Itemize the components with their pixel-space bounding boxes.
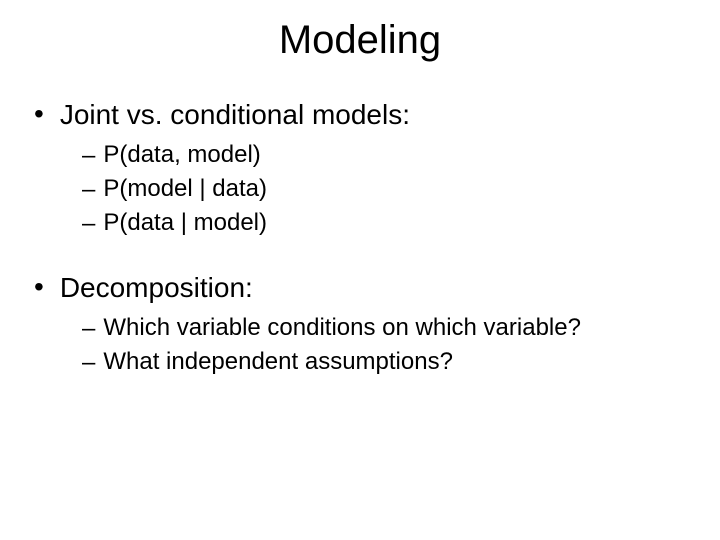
sub-bullet-list: P(data, model) P(model | data) P(data | … <box>34 140 686 240</box>
sub-bullet-item: Which variable conditions on which varia… <box>82 313 686 344</box>
bullet-item: Decomposition: <box>34 270 686 305</box>
bullet-text: Decomposition: <box>60 270 253 305</box>
sub-bullet-item: P(model | data) <box>82 174 686 205</box>
slide: Modeling Joint vs. conditional models: P… <box>0 0 720 540</box>
sub-bullet-text: What independent assumptions? <box>103 347 453 377</box>
bullet-item: Joint vs. conditional models: <box>34 97 686 132</box>
slide-title: Modeling <box>34 18 686 63</box>
sub-bullet-text: P(model | data) <box>103 174 267 204</box>
sub-bullet-item: P(data | model) <box>82 208 686 239</box>
sub-bullet-text: Which variable conditions on which varia… <box>103 313 581 343</box>
bullet-list: Joint vs. conditional models: <box>34 97 686 132</box>
bullet-text: Joint vs. conditional models: <box>60 97 410 132</box>
sub-bullet-item: P(data, model) <box>82 140 686 171</box>
sub-bullet-text: P(data | model) <box>103 208 267 238</box>
sub-bullet-text: P(data, model) <box>103 140 260 170</box>
sub-bullet-list: Which variable conditions on which varia… <box>34 313 686 378</box>
bullet-list: Decomposition: <box>34 270 686 305</box>
sub-bullet-item: What independent assumptions? <box>82 347 686 378</box>
